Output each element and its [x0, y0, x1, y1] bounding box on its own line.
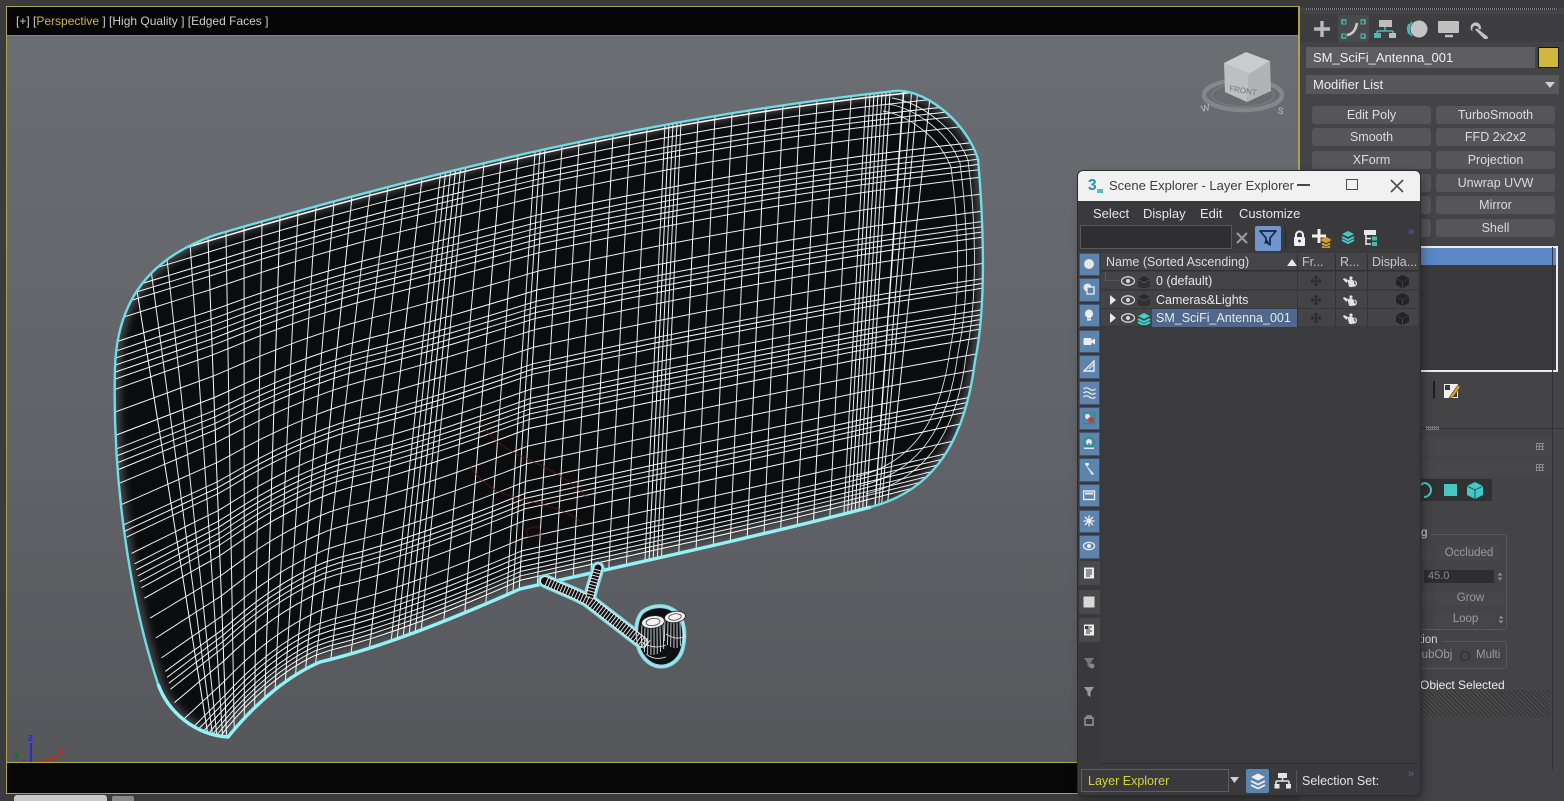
svg-text:x: x — [58, 746, 65, 758]
svg-text:z: z — [28, 732, 34, 744]
svg-text:3: 3 — [1088, 177, 1097, 194]
svg-text:y: y — [14, 748, 21, 760]
